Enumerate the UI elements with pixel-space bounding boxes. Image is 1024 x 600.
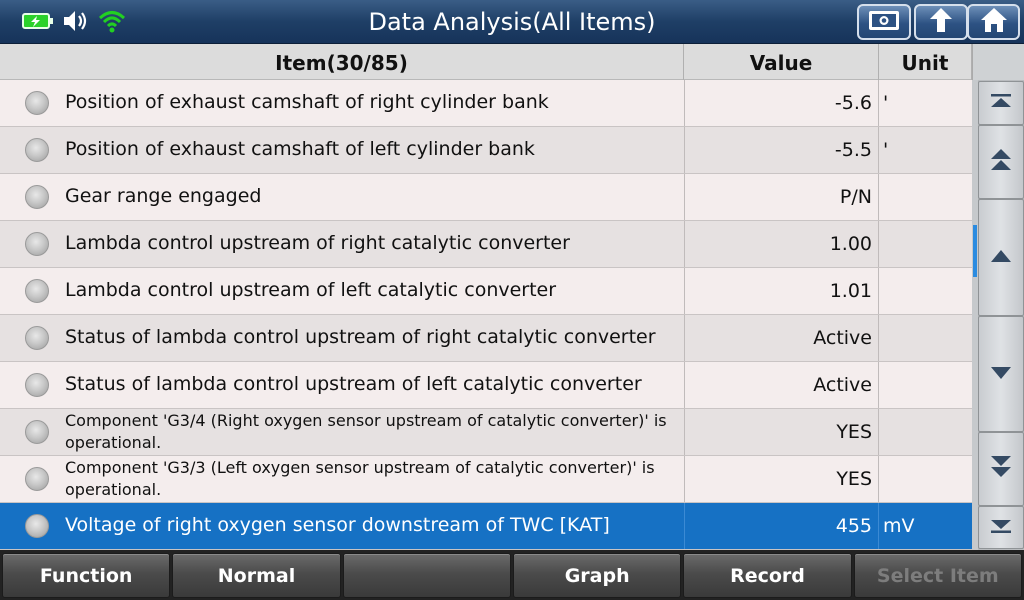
row-radio-button[interactable] <box>25 514 49 538</box>
table-row[interactable]: Component 'G3/4 (Right oxygen sensor ups… <box>0 409 972 456</box>
row-radio-button[interactable] <box>25 326 49 350</box>
table-row[interactable]: Status of lambda control upstream of rig… <box>0 315 972 362</box>
row-radio-button[interactable] <box>25 467 49 491</box>
table-row[interactable]: Position of exhaust camshaft of left cyl… <box>0 127 972 174</box>
normal-button[interactable]: Normal <box>172 553 341 598</box>
item-value: 455 <box>684 503 879 549</box>
page-down-button[interactable] <box>978 432 1024 506</box>
table-body: Position of exhaust camshaft of right cy… <box>0 80 972 550</box>
select-item-button: Select Item <box>853 553 1022 598</box>
page-up-icon <box>989 148 1013 176</box>
item-name: Status of lambda control upstream of rig… <box>65 326 656 349</box>
back-arrow-icon <box>926 6 956 38</box>
row-radio-button[interactable] <box>25 420 49 444</box>
item-unit: ' <box>883 139 889 161</box>
page-down-icon <box>989 455 1013 483</box>
item-unit <box>879 315 972 361</box>
item-unit <box>879 456 972 502</box>
scroll-thumb[interactable] <box>973 225 977 277</box>
table-row[interactable]: Component 'G3/3 (Left oxygen sensor upst… <box>0 456 972 503</box>
item-name: Component 'G3/3 (Left oxygen sensor upst… <box>65 458 655 499</box>
table-header: Item(30/85) Value Unit <box>0 44 972 80</box>
scroll-to-top-button[interactable] <box>978 81 1024 125</box>
item-unit <box>879 362 972 408</box>
scroll-to-top-icon <box>989 93 1013 113</box>
item-name: Gear range engaged <box>65 185 262 208</box>
line-down-button[interactable] <box>978 316 1024 432</box>
page-up-button[interactable] <box>978 125 1024 199</box>
item-value: Active <box>684 362 879 408</box>
line-down-icon <box>989 365 1013 384</box>
column-header-unit: Unit <box>879 44 972 80</box>
item-value: 1.00 <box>684 221 879 267</box>
data-table: Item(30/85) Value Unit Position of exhau… <box>0 44 972 550</box>
item-unit <box>879 174 972 220</box>
blank-button[interactable] <box>342 553 511 598</box>
scrollbar-header <box>972 44 1024 80</box>
item-value: P/N <box>684 174 879 220</box>
item-name: Component 'G3/4 (Right oxygen sensor ups… <box>65 411 667 452</box>
table-row[interactable]: Status of lambda control upstream of lef… <box>0 362 972 409</box>
item-value: -5.6 <box>684 80 879 126</box>
item-value: -5.5 <box>684 127 879 173</box>
row-radio-button[interactable] <box>25 373 49 397</box>
home-icon <box>979 6 1009 38</box>
item-unit: mV <box>883 515 915 537</box>
item-name: Lambda control upstream of right catalyt… <box>65 232 570 255</box>
function-button[interactable]: Function <box>2 553 171 598</box>
item-name: Lambda control upstream of left catalyti… <box>65 279 557 302</box>
item-value: YES <box>684 456 879 502</box>
back-button[interactable] <box>914 4 968 40</box>
graph-button[interactable]: Graph <box>512 553 682 598</box>
record-button[interactable]: Record <box>683 553 852 598</box>
item-name: Position of exhaust camshaft of right cy… <box>65 91 549 114</box>
item-unit <box>879 409 972 455</box>
title-bar: Data Analysis(All Items) <box>0 0 1024 44</box>
item-name: Status of lambda control upstream of lef… <box>65 373 642 396</box>
column-header-item: Item(30/85) <box>0 44 684 80</box>
item-value: Active <box>684 315 879 361</box>
scroll-to-bottom-icon <box>989 518 1013 538</box>
table-row[interactable]: Lambda control upstream of right catalyt… <box>0 221 972 268</box>
item-unit: ' <box>883 92 889 114</box>
row-radio-button[interactable] <box>25 232 49 256</box>
table-row[interactable]: Position of exhaust camshaft of right cy… <box>0 80 972 127</box>
item-unit <box>879 268 972 314</box>
table-row[interactable]: Lambda control upstream of left catalyti… <box>0 268 972 315</box>
column-header-value: Value <box>684 44 879 80</box>
screenshot-icon <box>867 8 901 36</box>
table-row[interactable]: Gear range engaged P/N <box>0 174 972 221</box>
item-unit <box>879 221 972 267</box>
table-row-selected[interactable]: Voltage of right oxygen sensor downstrea… <box>0 503 972 550</box>
item-name: Position of exhaust camshaft of left cyl… <box>65 138 535 161</box>
home-button[interactable] <box>967 4 1020 40</box>
scroll-to-bottom-button[interactable] <box>978 506 1024 549</box>
line-up-icon <box>989 248 1013 267</box>
bottom-toolbar: Function Normal Graph Record Select Item <box>0 550 1024 600</box>
screenshot-button[interactable] <box>857 4 911 40</box>
row-radio-button[interactable] <box>25 185 49 209</box>
row-radio-button[interactable] <box>25 91 49 115</box>
row-radio-button[interactable] <box>25 279 49 303</box>
item-name: Voltage of right oxygen sensor downstrea… <box>65 514 610 537</box>
scrollbar[interactable] <box>972 44 1024 550</box>
line-up-button[interactable] <box>978 199 1024 316</box>
row-radio-button[interactable] <box>25 138 49 162</box>
item-value: YES <box>684 409 879 455</box>
item-value: 1.01 <box>684 268 879 314</box>
